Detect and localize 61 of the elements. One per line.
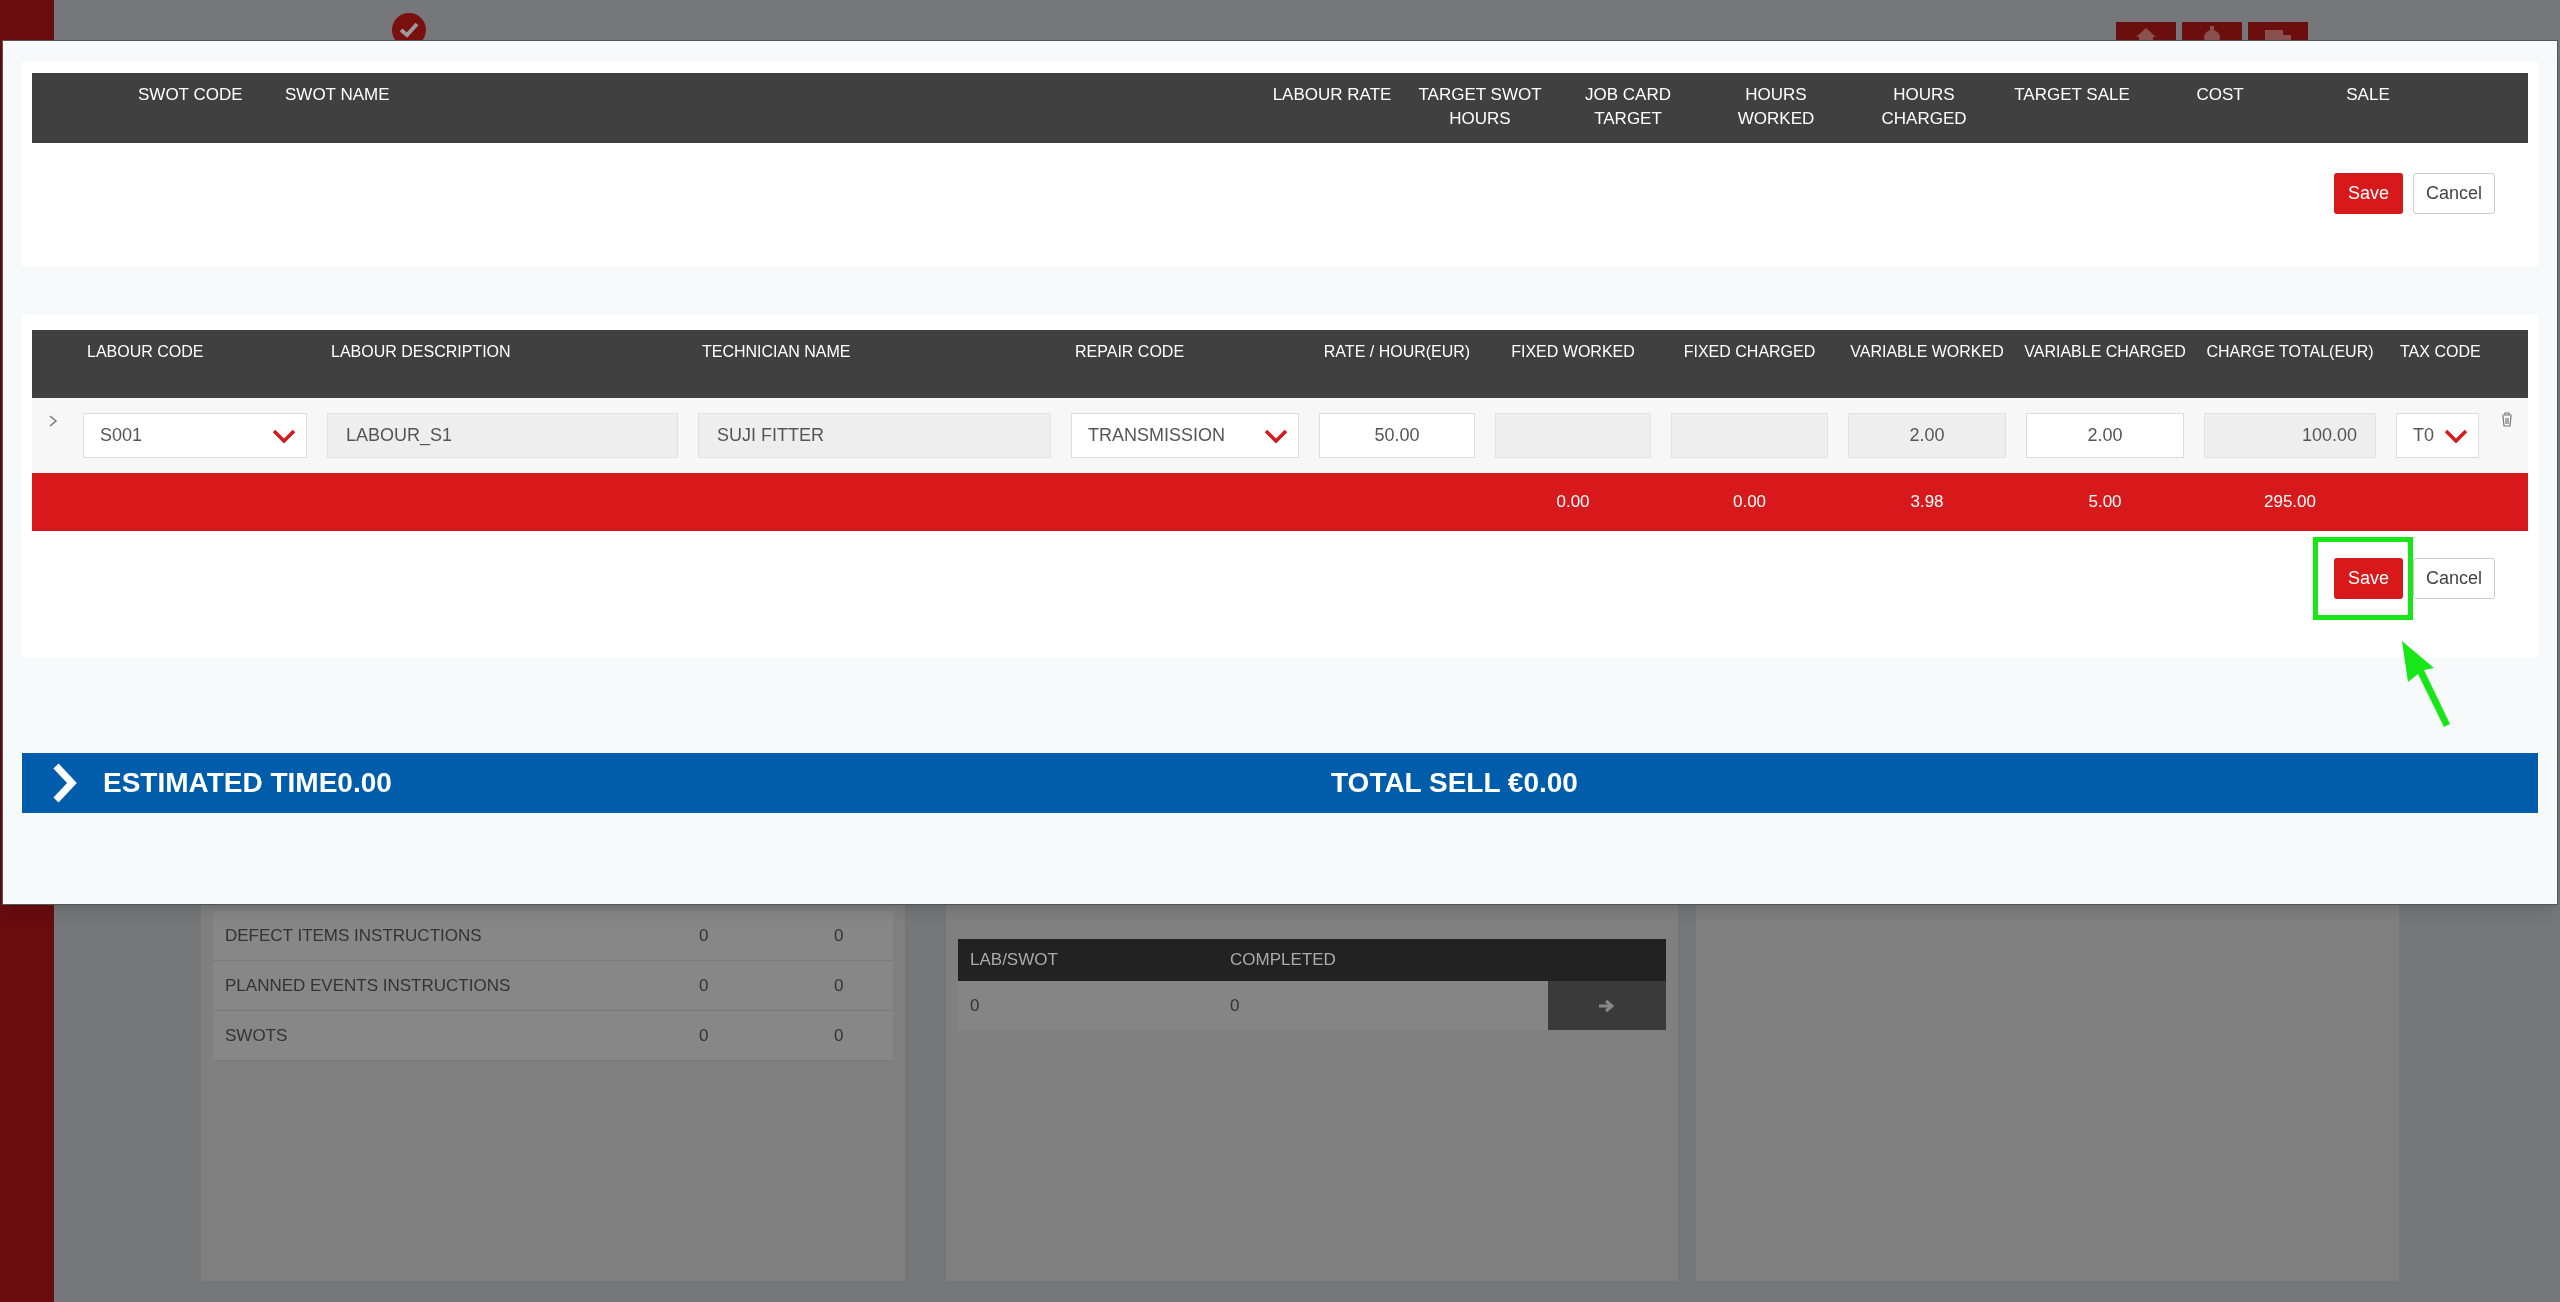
chevron-down-icon: [272, 428, 296, 443]
chevron-down-icon: [2444, 428, 2468, 443]
dropdown[interactable]: T0: [2396, 413, 2479, 458]
column-header: REPAIR CODE: [1074, 342, 1186, 362]
column-header: VARIABLE CHARGED: [2023, 342, 2187, 362]
input-field[interactable]: 50.00: [1319, 413, 1475, 458]
column-header: HOURS WORKED: [1736, 84, 1816, 130]
total-sell: TOTAL SELL €0.00: [1331, 766, 1578, 800]
column-header: JOB CARD TARGET: [1584, 84, 1672, 130]
row-value: 0: [699, 1024, 710, 1047]
column-header: LABOUR RATE: [1271, 84, 1393, 106]
save-button[interactable]: Save: [2333, 173, 2403, 214]
arrow-right-icon: [1598, 998, 1616, 1013]
row-label: DEFECT ITEMS INSTRUCTIONS: [225, 924, 483, 947]
row-label: PLANNED EVENTS INSTRUCTIONS: [225, 974, 512, 997]
expand-chevron-icon[interactable]: [47, 414, 58, 428]
column-header: HOURS CHARGED: [1880, 84, 1968, 130]
column-header: RATE / HOUR(EUR): [1322, 342, 1472, 362]
input-field: SUJI FITTER: [698, 413, 1051, 458]
total-value: 0.00: [1731, 491, 1768, 514]
chevron-down-icon: [1264, 428, 1288, 443]
save-button[interactable]: Save: [2333, 558, 2403, 599]
column-header: COST: [2195, 84, 2245, 106]
cancel-button[interactable]: Cancel: [2412, 173, 2495, 214]
column-header: COMPLETED: [1230, 949, 1337, 972]
input-field: LABOUR_S1: [327, 413, 678, 458]
estimated-time: ESTIMATED TIME0.00: [103, 766, 393, 800]
input-field: 100.00: [2204, 413, 2376, 458]
column-header: LABOUR CODE: [86, 342, 205, 362]
row-value: 0: [699, 924, 710, 947]
column-header: CHARGE TOTAL(EUR): [2205, 342, 2375, 362]
column-header: TARGET SALE: [2013, 84, 2131, 106]
row-value: 0: [834, 974, 844, 997]
column-header: SWOT NAME: [284, 84, 391, 106]
dropdown[interactable]: TRANSMISSION: [1071, 413, 1299, 458]
column-header: VARIABLE WORKED: [1849, 342, 2005, 362]
column-header: TECHNICIAN NAME: [701, 342, 852, 362]
column-header: LABOUR DESCRIPTION: [330, 342, 512, 362]
total-value: 5.00: [2087, 491, 2123, 514]
column-header: TAX CODE: [2399, 342, 2482, 362]
column-header: TARGET SWOT HOURS: [1417, 84, 1543, 130]
input-field: 2.00: [1848, 413, 2006, 458]
column-header: LAB/SWOT: [970, 949, 1059, 972]
column-header: FIXED CHARGED: [1682, 342, 1817, 362]
table-cell-text: 0: [970, 994, 981, 1017]
dropdown[interactable]: S001: [83, 413, 307, 458]
row-value: 0: [834, 1024, 844, 1047]
table-cell-text: 0: [1230, 994, 1241, 1017]
row-value: 0: [834, 924, 844, 947]
trash-icon[interactable]: [2501, 412, 2513, 427]
column-header: FIXED WORKED: [1510, 342, 1636, 362]
column-header: SALE: [2345, 84, 2391, 106]
row-value: 0: [699, 974, 710, 997]
total-value: 0.00: [1555, 491, 1591, 514]
total-value: 295.00: [2263, 491, 2317, 514]
row-label: SWOTS: [225, 1024, 289, 1047]
total-value: 3.98: [1909, 491, 1945, 514]
input-field[interactable]: 2.00: [2026, 413, 2184, 458]
cancel-button[interactable]: Cancel: [2412, 558, 2495, 599]
chevron-right-icon[interactable]: [52, 763, 78, 803]
column-header: SWOT CODE: [137, 84, 244, 106]
